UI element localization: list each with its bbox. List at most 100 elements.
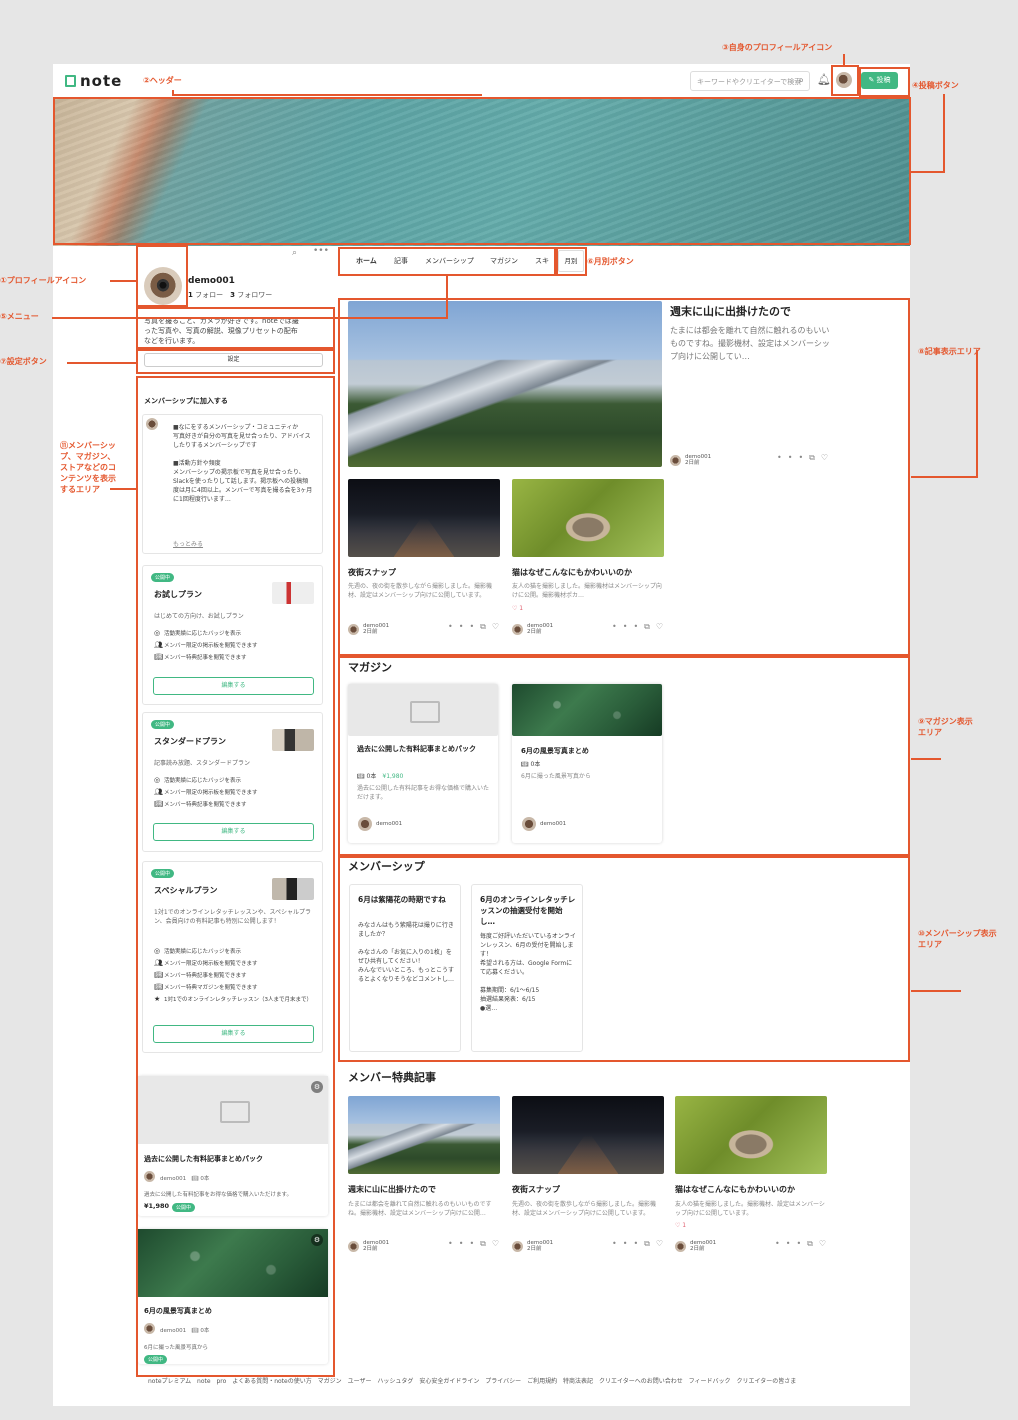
- tab-magazine[interactable]: マガジン: [490, 256, 518, 266]
- tab-membership[interactable]: メンバーシップ: [425, 256, 474, 266]
- heart-icon: ♡: [491, 622, 506, 631]
- side-magazine-card[interactable]: ⚙ 過去に公開した有料記事まとめパック demo001 📖︎ 0本 過去に公開し…: [138, 1076, 328, 1216]
- footer-link[interactable]: プライバシー: [485, 1378, 521, 1385]
- magazine-author: demo001: [540, 821, 567, 827]
- magazine-placeholder-image: [348, 684, 498, 736]
- article-thumbnail[interactable]: [348, 1096, 500, 1174]
- membership-section-title: メンバーシップ: [348, 860, 425, 873]
- article-author: demo001 2日前: [527, 1240, 554, 1252]
- gear-icon[interactable]: ⚙: [311, 1081, 323, 1093]
- footer-link[interactable]: ご利用規約: [527, 1378, 557, 1385]
- plan-feature: ◎ 活動実績に応じたバッジを表示: [154, 947, 242, 956]
- plan-feature: ◎ 活動実績に応じたバッジを表示: [154, 776, 242, 785]
- article-title[interactable]: 週末に山に出掛けたので: [670, 303, 791, 319]
- article-actions[interactable]: •••⧉♡: [448, 622, 505, 632]
- edit-plan-button[interactable]: 編集する: [153, 823, 314, 841]
- plan-feature: 📖︎メンバー特典記事を閲覧できます: [154, 971, 247, 980]
- plan-description: 記事読み放題、スタンダードプラン: [154, 760, 251, 767]
- article-thumbnail[interactable]: [512, 1096, 664, 1174]
- plan-feature: 👥︎メンバー限定の掲示板を閲覧できます: [154, 641, 258, 650]
- article-thumbnail[interactable]: [348, 301, 662, 467]
- article-author: demo001 2日前: [527, 623, 554, 635]
- magazine-description: 6月に撮った風景写真から: [144, 1345, 209, 1351]
- avatar: [348, 624, 359, 635]
- magazine-meta: 📖︎ 0本: [521, 761, 541, 768]
- plan-thumbnail: [272, 582, 314, 604]
- article-actions[interactable]: •••⧉♡: [612, 622, 669, 632]
- footer-link[interactable]: クリエイターへのお問い合わせ: [599, 1378, 683, 1385]
- magazine-add-icon: ⧉: [809, 453, 821, 462]
- follow-stats[interactable]: 1 フォロー 3 フォロワー: [188, 290, 272, 300]
- plan-thumbnail: [272, 878, 314, 900]
- annotation-label: ⑦設定ボタン: [0, 357, 47, 366]
- magazine-add-icon: ⧉: [644, 622, 656, 631]
- note-logo[interactable]: note: [65, 72, 122, 90]
- search-input[interactable]: キーワードやクリエイターで検索 ⌕: [690, 71, 810, 91]
- magazine-author: demo001 📖︎ 0本: [160, 1328, 210, 1334]
- footer-link[interactable]: ハッシュタグ: [377, 1378, 413, 1385]
- annotation-line: [911, 171, 945, 173]
- annotation-line: [976, 350, 978, 478]
- settings-button[interactable]: 設定: [144, 353, 323, 367]
- plan-feature: 👥︎メンバー限定の掲示板を閲覧できます: [154, 959, 258, 968]
- article-thumbnail[interactable]: [512, 479, 664, 557]
- footer-link[interactable]: ユーザー: [348, 1378, 372, 1385]
- tab-home[interactable]: ホーム: [356, 256, 377, 266]
- article-description: 友人の猫を撮影しました。撮影機材はメンバーシップ向けに公開。撮影機材ポカ…: [512, 583, 662, 599]
- footer-link[interactable]: 安心安全ガイドライン: [419, 1378, 479, 1385]
- magazine-cover-image: [512, 684, 662, 736]
- benefit-section-title: メンバー特典記事: [348, 1071, 436, 1084]
- article-actions[interactable]: •••⧉♡: [448, 1239, 505, 1249]
- tab-articles[interactable]: 記事: [394, 256, 408, 266]
- article-title[interactable]: 猫はなぜこんなにもかわいいのか: [512, 567, 632, 578]
- footer-link[interactable]: note pro: [197, 1378, 226, 1385]
- magazine-meta: 📖︎ 0本 ¥1,980: [357, 773, 404, 780]
- note-creator-page: note キーワードやクリエイターで検索 ⌕ 🔔︎ ✎ 投稿 ⌕ ••• demo…: [53, 64, 910, 1406]
- profile-avatar[interactable]: [144, 267, 182, 305]
- membership-more-link[interactable]: もっとみる: [173, 539, 203, 548]
- monthly-button[interactable]: 月別: [558, 250, 584, 272]
- plan-card: 公開中 お試しプラン はじめての方向け、お試しプラン ◎ 活動実績に応じたバッジを…: [142, 565, 323, 705]
- magazine-card[interactable]: 過去に公開した有料記事まとめパック 📖︎ 0本 ¥1,980 過去に公開した有料…: [348, 684, 498, 843]
- plan-description: はじめての方向け、お試しプラン: [154, 613, 244, 620]
- article-title[interactable]: 猫はなぜこんなにもかわいいのか: [675, 1184, 795, 1195]
- edit-plan-button[interactable]: 編集する: [153, 677, 314, 695]
- plan-name: スペシャルプラン: [154, 886, 218, 895]
- annotation-line: [52, 317, 448, 319]
- footer-link[interactable]: マガジン: [318, 1378, 342, 1385]
- footer-link[interactable]: noteプレミアム: [148, 1378, 191, 1385]
- profile-more-icon[interactable]: •••: [313, 246, 329, 256]
- article-title[interactable]: 夜街スナップ: [348, 567, 396, 578]
- self-profile-avatar[interactable]: [836, 72, 852, 88]
- profile-search-icon[interactable]: ⌕: [292, 248, 297, 258]
- annotation-label: ②ヘッダー: [143, 76, 182, 85]
- post-button[interactable]: ✎ 投稿: [861, 72, 898, 89]
- side-magazine-card[interactable]: ⚙ 6月の風景写真まとめ demo001 📖︎ 0本 6月に撮った風景写真から …: [138, 1229, 328, 1364]
- plan-feature: 👥︎メンバー限定の掲示板を閲覧できます: [154, 788, 258, 797]
- article-thumbnail[interactable]: [675, 1096, 827, 1174]
- footer-link[interactable]: 特商法表記: [563, 1378, 593, 1385]
- tab-likes[interactable]: スキ: [535, 256, 549, 266]
- magazine-card[interactable]: 6月の風景写真まとめ 📖︎ 0本 6月に撮った風景写真から demo001: [512, 684, 662, 843]
- edit-plan-button[interactable]: 編集する: [153, 1025, 314, 1043]
- article-actions[interactable]: •••⧉♡: [775, 1239, 832, 1249]
- article-actions[interactable]: •••⧉♡: [777, 453, 834, 463]
- membership-post-card[interactable]: 6月は紫陽花の時期ですね みなさんはもう紫陽花は撮りに行きましたか？ みなさんの…: [349, 884, 461, 1052]
- footer-link[interactable]: クリエイターの皆さま: [736, 1378, 796, 1385]
- footer-link[interactable]: よくある質問・noteの使い方: [232, 1378, 312, 1385]
- plan-name: スタンダードプラン: [154, 737, 226, 746]
- gear-icon[interactable]: ⚙: [311, 1234, 323, 1246]
- article-title[interactable]: 夜街スナップ: [512, 1184, 560, 1195]
- annotation-line: [943, 94, 945, 172]
- membership-post-card[interactable]: 6月のオンラインレタッチレッスンの抽選受付を開始し… 毎度ご好評いただいているオ…: [471, 884, 583, 1052]
- article-thumbnail[interactable]: [348, 479, 500, 557]
- cover-image: [53, 98, 910, 246]
- badge-icon: ◎: [154, 776, 161, 784]
- plan-card: 公開中 スタンダードプラン 記事読み放題、スタンダードプラン ◎ 活動実績に応じた…: [142, 712, 323, 852]
- annotation-label: ④投稿ボタン: [912, 81, 959, 90]
- annotation-line: [172, 94, 482, 96]
- notification-bell-icon[interactable]: 🔔︎: [817, 73, 831, 86]
- article-title[interactable]: 週末に山に出掛けたので: [348, 1184, 436, 1195]
- footer-link[interactable]: フィードバック: [689, 1378, 731, 1385]
- article-actions[interactable]: •••⧉♡: [612, 1239, 669, 1249]
